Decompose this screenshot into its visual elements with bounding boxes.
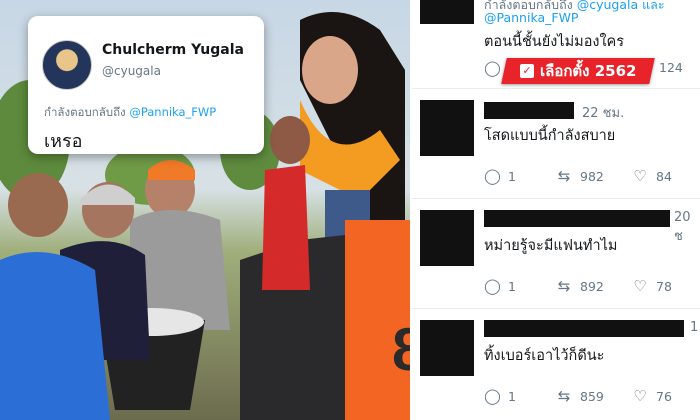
tweet-time: 1 [690, 320, 699, 335]
tweet-actions: ◯ 1 ⇆ 859 ♡ 76 [484, 388, 694, 408]
tweet-time: 22 ชม. [582, 106, 625, 121]
tweet-text: โสดแบบนี้กำลังสบาย [484, 128, 616, 144]
like-button[interactable]: ♡ 78 [632, 278, 672, 294]
replying-handle-link-2[interactable]: @Pannika_FWP [484, 10, 578, 25]
tweet-text: ทิ้งเบอร์เอาไว้ก็ดีนะ [484, 348, 605, 364]
top-tweet[interactable]: กำลังตอบกลับถึง @cyugala และ @Pannika_FW… [412, 0, 700, 92]
avatar-redacted [420, 0, 474, 24]
reply-button[interactable]: ◯ 1 [484, 278, 516, 294]
like-count: 78 [656, 278, 672, 294]
avatar-redacted [420, 100, 474, 156]
tweet-time: 20 ช [674, 210, 691, 244]
embedded-tweet-card: Chulcherm Yugala @cyugala กำลังตอบกลับถึ… [28, 16, 264, 154]
retweet-button[interactable]: ⇆ 892 [556, 278, 604, 294]
reply-thread: กำลังตอบกลับถึง @cyugala และ @Pannika_FW… [412, 0, 700, 420]
tweet-author-name: Chulcherm Yugala [102, 42, 244, 58]
reply-count: 1 [508, 388, 516, 404]
reply-tweet[interactable]: 1 ทิ้งเบอร์เอาไว้ก็ดีนะ ◯ 1 ⇆ 859 ♡ 76 [412, 316, 700, 420]
like-count: 76 [656, 388, 672, 404]
name-redacted [484, 320, 684, 337]
replying-handle-link[interactable]: @cyugala และ [577, 0, 665, 12]
separator [412, 88, 700, 89]
tweet-text: ตอนนี้ชั้นยังไม่มองใคร [484, 34, 625, 50]
reply-icon: ◯ [484, 59, 501, 77]
checkbox-icon: ✓ [519, 64, 534, 78]
tweet-replying-to: กำลังตอบกลับถึง @Pannika_FWP [44, 104, 216, 122]
tweet-text: หม่ายรู้จะมีแฟนทำไม [484, 238, 618, 254]
retweet-count: 859 [580, 388, 604, 404]
reply-tweet[interactable]: 22 ชม. โสดแบบนี้กำลังสบาย ◯ 1 ⇆ 982 ♡ 84 [412, 96, 700, 200]
reply-button[interactable]: ◯ 1 [484, 168, 516, 184]
tweet-actions: ◯ 1 ⇆ 892 ♡ 78 [484, 278, 694, 298]
name-redacted [484, 102, 574, 119]
retweet-icon: ⇆ [557, 167, 571, 185]
reply-count: 1 [508, 278, 516, 294]
avatar-redacted [420, 320, 474, 376]
like-button[interactable]: ♡ 84 [632, 168, 672, 184]
separator [412, 198, 700, 199]
svg-text:8: 8 [392, 316, 410, 383]
tweet-author-handle: @cyugala [102, 64, 161, 78]
like-icon: ♡ [633, 167, 647, 185]
campaign-photo: 8 Chulcherm Yugala @cyugala กำลังตอบกลับ… [0, 0, 410, 420]
election-badge: ✓ เลือกตั้ง 2562 [501, 58, 655, 84]
like-icon: ♡ [633, 387, 647, 405]
separator [412, 308, 700, 309]
retweet-count: 892 [580, 278, 604, 294]
replying-handle-link[interactable]: @Pannika_FWP [129, 105, 216, 119]
retweet-button[interactable]: ⇆ 982 [556, 168, 604, 184]
election-badge-label: เลือกตั้ง 2562 [539, 62, 637, 80]
reply-icon: ◯ [484, 167, 501, 185]
reply-count: 1 [508, 168, 516, 184]
retweet-count: 982 [580, 168, 604, 184]
like-button[interactable]: ♡ 76 [632, 388, 672, 404]
retweet-button[interactable]: ⇆ 859 [556, 388, 604, 404]
reply-tweet[interactable]: 20 ช หม่ายรู้จะมีแฟนทำไม ◯ 1 ⇆ 892 ♡ 78 [412, 206, 700, 310]
like-button[interactable]: 124 [659, 60, 683, 75]
tweet-text: เหรอ [44, 131, 83, 152]
retweet-icon: ⇆ [557, 387, 571, 405]
like-count: 124 [659, 60, 683, 75]
replying-prefix: กำลังตอบกลับถึง [44, 105, 130, 119]
retweet-icon: ⇆ [557, 277, 571, 295]
like-count: 84 [656, 168, 672, 184]
name-redacted [484, 210, 670, 227]
reply-icon: ◯ [484, 387, 501, 405]
tweet-actions: ◯ 1 ⇆ 982 ♡ 84 [484, 168, 694, 188]
like-icon: ♡ [633, 277, 647, 295]
replying-to-line-2: @Pannika_FWP [484, 10, 578, 25]
avatar-redacted [420, 210, 474, 266]
tweet-avatar [42, 40, 92, 90]
reply-button[interactable]: ◯ 1 [484, 388, 516, 404]
reply-icon: ◯ [484, 277, 501, 295]
